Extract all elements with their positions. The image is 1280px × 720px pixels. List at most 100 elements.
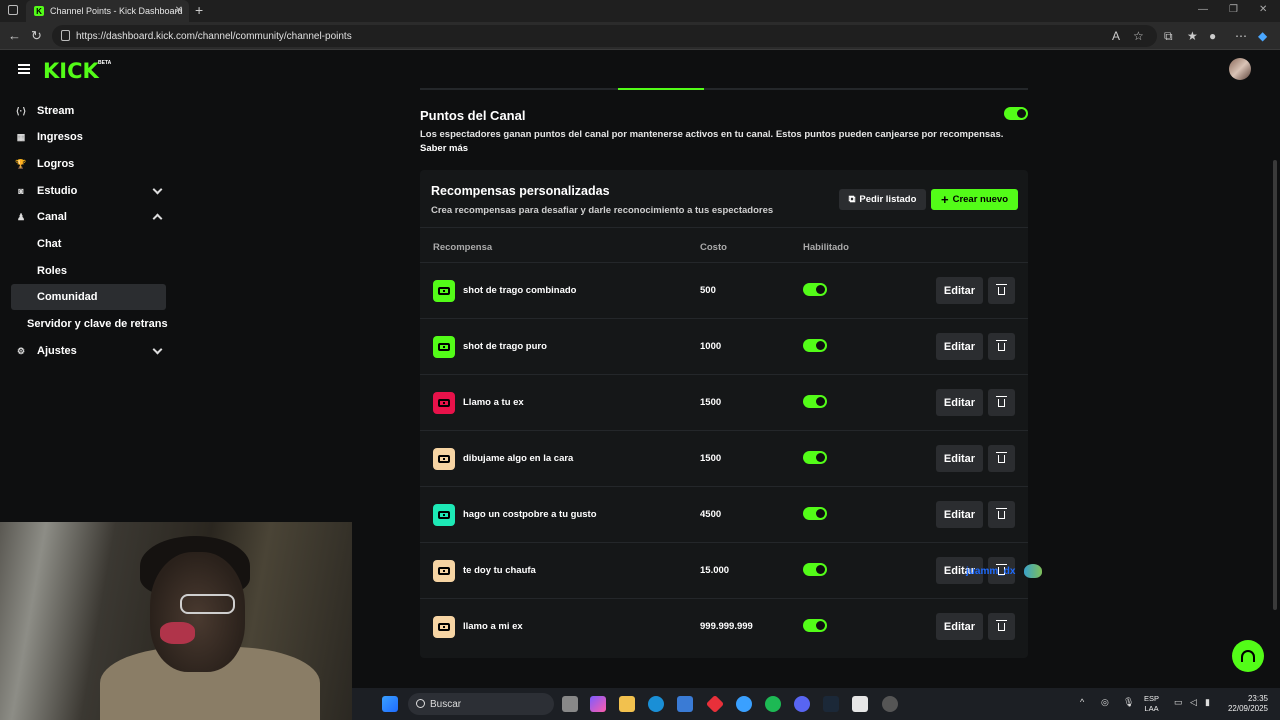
network-icon[interactable]: ▭ <box>1174 697 1183 708</box>
support-button[interactable] <box>1232 640 1264 672</box>
delete-button[interactable] <box>988 613 1015 640</box>
app-red-icon[interactable] <box>705 694 725 714</box>
edge-icon[interactable] <box>648 696 664 712</box>
reward-name: shot de trago puro <box>463 341 547 352</box>
sidebar-item-canal[interactable]: ♟ Canal <box>11 204 166 230</box>
delete-button[interactable] <box>988 389 1015 416</box>
language-indicator[interactable]: ESP LAA <box>1144 694 1159 714</box>
windows-start-icon[interactable] <box>382 696 398 712</box>
taskbar-search[interactable]: Buscar <box>408 693 554 715</box>
sidebar-item-estudio[interactable]: ◙ Estudio <box>11 178 166 204</box>
delete-button[interactable] <box>988 333 1015 360</box>
sidebar-item-chat[interactable]: Chat <box>11 231 166 257</box>
reward-icon <box>433 392 455 414</box>
user-avatar[interactable] <box>1229 58 1251 80</box>
taskbar-clock[interactable]: 23:35 22/09/2025 <box>1224 694 1268 714</box>
webcam-mask <box>160 622 195 644</box>
edit-button[interactable]: Editar <box>936 333 983 360</box>
tray-app-icon[interactable]: ◎ <box>1101 697 1109 708</box>
discord-icon[interactable] <box>794 696 810 712</box>
sidebar-item-roles[interactable]: Roles <box>11 258 166 284</box>
create-new-button[interactable]: + Crear nuevo <box>931 189 1018 210</box>
steam-icon[interactable] <box>823 696 839 712</box>
table-row: shot de trago puro 1000 Editar <box>420 318 1028 374</box>
edit-button[interactable]: Editar <box>936 501 983 528</box>
spotify-icon[interactable] <box>765 696 781 712</box>
learn-more-link[interactable]: Saber más <box>420 143 468 154</box>
trash-icon <box>996 339 1007 351</box>
menu-icon[interactable] <box>18 64 30 74</box>
edit-button[interactable]: Editar <box>936 613 983 640</box>
sidebar-item-logros[interactable]: 🏆 Logros <box>11 151 166 177</box>
scrollbar[interactable] <box>1273 160 1277 610</box>
language-code: ESP <box>1144 694 1160 703</box>
copilot-taskbar-icon[interactable] <box>590 696 606 712</box>
url-field[interactable]: https://dashboard.kick.com/channel/commu… <box>52 25 1157 47</box>
trash-icon <box>996 507 1007 519</box>
reward-enabled-toggle[interactable] <box>803 283 827 296</box>
tab-close-icon[interactable]: ✕ <box>175 5 183 16</box>
battery-icon[interactable]: ▮ <box>1205 697 1210 708</box>
new-tab-icon[interactable]: + <box>195 2 203 18</box>
revenue-icon: ▦ <box>16 131 26 142</box>
read-aloud-icon[interactable]: A <box>1112 29 1120 43</box>
more-options-icon[interactable]: ⋯ <box>1235 29 1247 43</box>
reload-icon[interactable]: ↻ <box>31 28 42 44</box>
keyboard-layout: LAA <box>1144 704 1159 713</box>
section-tabs-underline <box>420 88 1028 90</box>
reward-enabled-toggle[interactable] <box>803 339 827 352</box>
edit-button[interactable]: Editar <box>936 277 983 304</box>
reward-icon <box>433 504 455 526</box>
delete-button[interactable] <box>988 501 1015 528</box>
extensions-icon[interactable]: ⧉ <box>1164 29 1173 44</box>
gift-box-icon <box>438 287 450 295</box>
delete-button[interactable] <box>988 445 1015 472</box>
roblox-icon[interactable] <box>852 696 868 712</box>
back-icon[interactable]: ← <box>8 28 21 43</box>
kick-logo[interactable]: KICK <box>43 59 99 83</box>
profile-icon[interactable]: ● <box>1209 29 1216 43</box>
obs-icon[interactable] <box>882 696 898 712</box>
sidebar-item-label: Stream <box>37 105 75 117</box>
reward-enabled-toggle[interactable] <box>803 563 827 576</box>
sidebar-item-label: Ingresos <box>37 131 83 143</box>
request-list-button[interactable]: ⧉ Pedir listado <box>839 189 926 210</box>
divider <box>420 227 1028 228</box>
microphone-icon[interactable]: 🎙 <box>1123 697 1134 708</box>
minimize-icon[interactable]: — <box>1198 4 1208 15</box>
reward-name: llamo a mi ex <box>463 621 523 632</box>
file-explorer-icon[interactable] <box>619 696 635 712</box>
address-bar: ← ↻ https://dashboard.kick.com/channel/c… <box>0 22 1280 50</box>
maximize-icon[interactable]: ❐ <box>1229 4 1238 15</box>
sidebar-item-ajustes[interactable]: ⚙ Ajustes <box>11 338 166 364</box>
reward-icon <box>433 560 455 582</box>
favorite-star-icon[interactable]: ☆ <box>1133 29 1144 43</box>
browser-tab[interactable]: K Channel Points - Kick Dashboard ✕ <box>26 0 189 22</box>
store-icon[interactable] <box>677 696 693 712</box>
sidebar-item-stream[interactable]: ⟨·⟩ Stream <box>11 98 166 124</box>
trash-icon <box>996 619 1007 631</box>
reward-icon <box>433 448 455 470</box>
copilot-icon[interactable]: ◆ <box>1258 29 1267 43</box>
app-blue-icon[interactable] <box>736 696 752 712</box>
sidebar-item-comunidad[interactable]: Comunidad <box>11 284 166 310</box>
table-row: dibujame algo en la cara 1500 Editar <box>420 430 1028 486</box>
task-view-icon[interactable] <box>562 696 578 712</box>
sidebar-item-servidor[interactable]: Servidor y clave de retrans <box>11 311 171 337</box>
volume-icon[interactable]: ◁ <box>1190 697 1197 708</box>
favorites-icon[interactable]: ★ <box>1187 29 1198 43</box>
browser-tab-bar: K Channel Points - Kick Dashboard ✕ + — … <box>0 0 1280 22</box>
reward-enabled-toggle[interactable] <box>803 451 827 464</box>
tray-chevron-icon[interactable]: ^ <box>1080 697 1084 707</box>
reward-enabled-toggle[interactable] <box>803 507 827 520</box>
delete-button[interactable] <box>988 277 1015 304</box>
gift-box-icon <box>438 343 450 351</box>
edit-button[interactable]: Editar <box>936 445 983 472</box>
sidebar-item-ingresos[interactable]: ▦ Ingresos <box>11 124 166 150</box>
edit-button[interactable]: Editar <box>936 389 983 416</box>
reward-enabled-toggle[interactable] <box>803 395 827 408</box>
reward-enabled-toggle[interactable] <box>803 619 827 632</box>
close-window-icon[interactable]: ✕ <box>1259 4 1267 15</box>
tab-actions-icon[interactable] <box>8 5 18 15</box>
channel-points-toggle[interactable] <box>1004 107 1028 120</box>
